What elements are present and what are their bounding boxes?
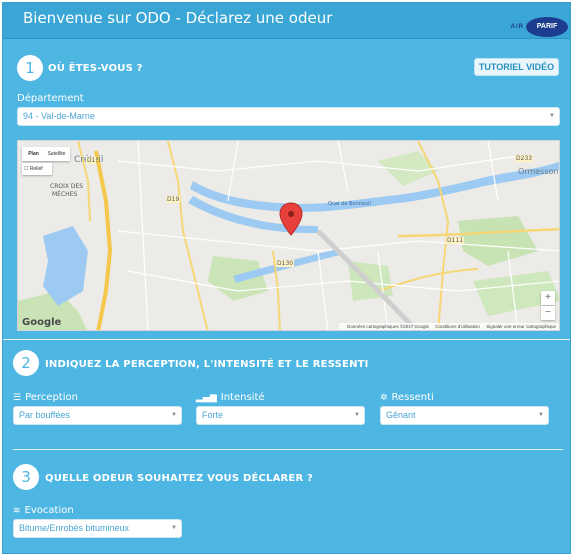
evocation-select[interactable]: Bitume/Enrobés bitumineux ▼ [13,519,182,538]
ressenti-select[interactable]: Gênant ▼ [380,406,549,425]
map-attribution-data: Données cartographiques ©2017 Google [347,324,430,329]
map-type-control: Plan Satellite [22,147,70,161]
map-type-satellite[interactable]: Satellite [45,147,68,161]
section-1-number: 1 [17,55,43,81]
map-label-d1: D1 [86,157,97,164]
section-2-title: INDIQUEZ LA PERCEPTION, L'INTENSITÉ ET L… [45,359,369,370]
evocation-value: Bitume/Enrobés bitumineux [19,523,130,533]
ressenti-value: Gênant [386,410,416,420]
departement-value: 94 - Val-de-Marne [23,111,95,121]
header-bar: Bienvenue sur ODO - Déclarez une odeur A… [3,3,570,39]
intensite-value: Forte [202,410,224,420]
relief-checkbox[interactable]: ☐ Relief [22,163,52,175]
perception-label: ☰ Perception [13,392,78,403]
zoom-in-button[interactable]: + [541,291,555,305]
map-terms-link[interactable]: Conditions d'utilisation [435,324,480,329]
intensite-label: ▂▄▆ Intensité [196,392,265,403]
map-label-d233: D233 [515,155,534,162]
logo-prefix: AIR [510,24,524,30]
map-label-quai: Quai de Bonneuil [328,201,371,207]
relief-label: Relief [29,166,43,172]
perception-icon: ☰ [13,393,22,403]
map-attribution: Données cartographiques ©2017 Google Con… [339,323,559,330]
perception-value: Par bouffées [19,410,70,420]
ressenti-gear-icon: ✲ [380,393,388,403]
page-title: Bienvenue sur ODO - Déclarez une odeur [23,9,333,27]
select-arrow-icon: ▼ [538,412,544,418]
map-label-d19: D19 [166,196,181,203]
map-graphic [18,141,559,330]
map-label-d111: D111 [446,237,465,244]
map-label-croix: CROIX DES [50,183,84,190]
tutorial-video-button[interactable]: TUTORIEL VIDÉO [474,58,559,76]
select-arrow-icon: ▼ [171,412,177,418]
select-arrow-icon: ▼ [171,525,177,531]
evocation-wave-icon: ≋ [13,506,21,516]
google-logo: Google [22,317,62,328]
select-arrow-icon: ▼ [549,113,555,119]
ressenti-label: ✲ Ressenti [380,392,434,403]
map-report-link[interactable]: Signaler une erreur cartographique [486,324,556,329]
section-2-number: 2 [13,350,39,376]
section-divider [3,339,570,340]
intensite-select[interactable]: Forte ▼ [196,406,365,425]
departement-label: Département [17,93,84,104]
section-divider [13,449,563,450]
map-label-ormesson: Ormesson [518,167,559,176]
app-frame: Bienvenue sur ODO - Déclarez une odeur A… [2,2,571,554]
zoom-out-button[interactable]: − [541,306,555,320]
map-type-plan[interactable]: Plan [22,147,45,161]
section-1-title: OÙ ÊTES-VOUS ? [48,63,143,74]
airparif-logo: AIR PARIF [488,17,568,37]
intensity-bars-icon: ▂▄▆ [196,393,217,403]
select-arrow-icon: ▼ [354,412,360,418]
section-3-number: 3 [13,464,39,490]
departement-select[interactable]: 94 - Val-de-Marne ▼ [17,107,560,126]
section-3-title: QUELLE ODEUR SOUHAITEZ VOUS DÉCLARER ? [45,473,314,484]
map[interactable]: Créteil CROIX DES MÈCHES Ormesson Quai d… [17,140,560,331]
map-label-d130: D130 [276,260,295,267]
perception-select[interactable]: Par bouffées ▼ [13,406,182,425]
evocation-label: ≋ Evocation [13,505,74,516]
map-label-meches: MÈCHES [52,191,78,198]
logo-oval: PARIF [526,17,568,37]
